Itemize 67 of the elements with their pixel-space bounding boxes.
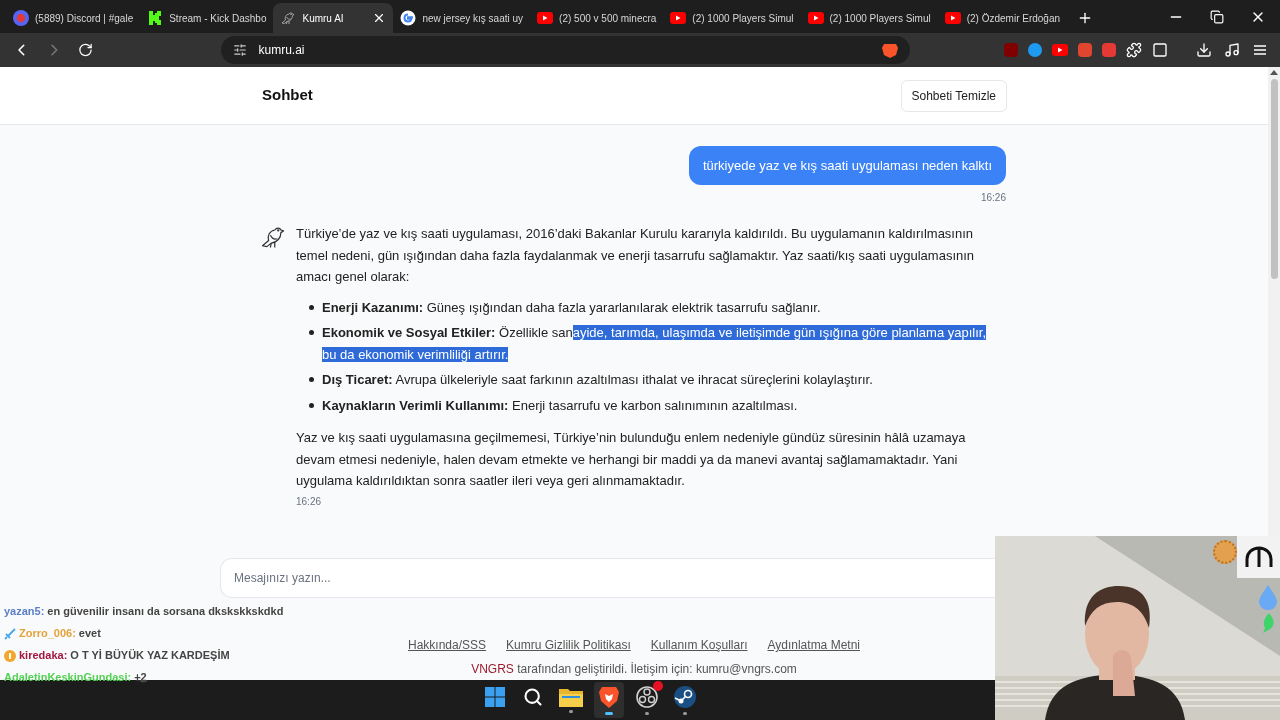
sidebar-icon[interactable]	[1152, 42, 1168, 58]
answer-paragraph: Yaz ve kış saati uygulamasına geçilmemesi, Türkiye’nin bulunduğu enlem nedeniyle gündüz süresinin hâlâ uzamaya devam etmesi nedeniyle, halen devam etmekte ve herhangi bir maddi ya da manevi avantaj sağlamamaktadır. Yani uygulama kaldırıldıktan sonra saatler ileri veya geri alınmamaktadır.	[296, 429, 967, 490]
clear-chat-button[interactable]: Sohbeti Temizle	[900, 79, 1007, 112]
windows-start-icon	[485, 687, 505, 707]
tab-title: (2) 500 v 500 minecra	[559, 11, 657, 26]
address-bar[interactable]: kumru.ai	[220, 36, 910, 64]
avatar-icon	[13, 10, 29, 26]
message-time: 16:26	[296, 494, 323, 509]
video-play-icon	[670, 12, 687, 24]
answer-bullet: Kaynakların Verimli Kullanımı: Enerji tasarrufu ve karbon salınımının azaltılması.	[309, 394, 1002, 416]
footer-link[interactable]: Kullanım Koşulları	[650, 636, 748, 654]
google-icon	[400, 10, 417, 26]
media-icon[interactable]	[1224, 42, 1240, 58]
browser-tab[interactable]: (2) 500 v 500 minecra	[530, 3, 664, 33]
tab-title: new jersey kış saati uy	[422, 11, 524, 26]
page-title: Sohbet	[262, 85, 313, 106]
browser-tab[interactable]: (2) Özdemir Erdoğan	[937, 3, 1068, 33]
video-play-icon	[944, 12, 961, 24]
tab-title: (2) 1000 Players Simul	[829, 11, 931, 26]
tab-title: (2) 1000 Players Simul	[692, 11, 794, 26]
extensions-icon[interactable]	[1126, 42, 1142, 58]
message-time: 16:26	[980, 191, 1006, 205]
tab-title: Stream - Kick Dashbo	[169, 11, 267, 26]
bird-icon	[280, 10, 297, 26]
credit-text: VNGRS tarafından geliştirildi. İletişim için: kumru@vngrs.com	[471, 661, 797, 678]
stream-chat-line: kiredaka: O T Yİ BÜYÜK YAZ KARDEŞİM	[4, 647, 284, 664]
tab-title: (5889) Discord | #gale	[35, 11, 134, 26]
download-icon[interactable]	[1196, 42, 1212, 58]
video-play-icon	[537, 12, 554, 24]
video-play-icon	[807, 12, 824, 24]
lion-shield-icon[interactable]	[882, 42, 898, 58]
browser-tab[interactable]: (2) 1000 Players Simul	[800, 3, 938, 33]
kick-logo-icon	[147, 10, 164, 26]
browser-tab[interactable]: (2) 1000 Players Simul	[663, 3, 801, 33]
footer-link[interactable]: Hakkında/SSS	[408, 636, 487, 654]
site-info-icon[interactable]	[232, 43, 247, 57]
reload-icon[interactable]	[77, 42, 93, 58]
water-drop-icon	[1258, 584, 1278, 610]
tab-title: (2) Özdemir Erdoğan	[966, 11, 1061, 26]
lion-head-icon	[599, 685, 619, 709]
answer-paragraph: Türkiye’de yaz ve kış saati uygulaması, 2016’daki Bakanlar Kurulu kararıyla kaldırıldı. Bu uygulamanın kaldırılmasının temel nedeni, gün ışığından daha fazla faydalanmak ve enerji tasarrufu sağlamaktır. Yaz saati/kış saati uygulamasının amacı genel olarak:	[296, 225, 976, 286]
taskbar-button[interactable]	[594, 682, 624, 718]
message-input[interactable]: Mesajınızı yazın...	[220, 558, 995, 598]
footer-link[interactable]: Aydınlatma Metni	[767, 636, 860, 654]
restore-icon[interactable]	[1210, 10, 1224, 24]
user-message-bubble: türkiyede yaz ve kış saati uygulaması neden kalktı	[688, 146, 1006, 185]
stream-chat-line: yazan5: en güvenilir insanı da sorsana dkskskkskdkd	[4, 604, 284, 619]
stream-chat-line: Zorro_006: evet	[4, 625, 284, 642]
browser-tab[interactable]: Stream - Kick Dashbo	[140, 3, 274, 33]
answer-bullet: Dış Ticaret: Avrupa ülkeleriyle saat farkının azaltılması ithalat ve ihracat süreçlerini kolaylaştırır.	[309, 369, 1002, 391]
folder-icon	[559, 687, 583, 707]
browser-tab[interactable]: new jersey kış saati uy	[393, 3, 531, 33]
address-text: kumru.ai	[258, 42, 306, 59]
extension-icon[interactable]	[1028, 43, 1042, 57]
sword-icon	[4, 627, 16, 640]
arch-logo-icon	[1244, 545, 1273, 569]
footer-link[interactable]: Kumru Gizlilik Politikası	[506, 636, 631, 654]
video-play-icon	[1052, 44, 1068, 56]
scrollbar[interactable]	[1268, 67, 1280, 536]
browser-tab[interactable]: Kumru AI	[273, 3, 394, 33]
steam-icon	[673, 685, 697, 709]
answer-bullet: Enerji Kazanımı: Güneş ışığından daha fazla yararlanılarak elektrik tasarrufu sağlanır.	[309, 296, 1002, 318]
tab-title: Kumru AI	[302, 11, 345, 26]
menu-icon[interactable]	[1252, 42, 1268, 58]
search-icon	[523, 687, 543, 707]
stream-chat-line: AdaletinKeskinGundasi: +2	[4, 670, 148, 685]
browser-tab[interactable]: (5889) Discord | #gale	[6, 3, 141, 33]
